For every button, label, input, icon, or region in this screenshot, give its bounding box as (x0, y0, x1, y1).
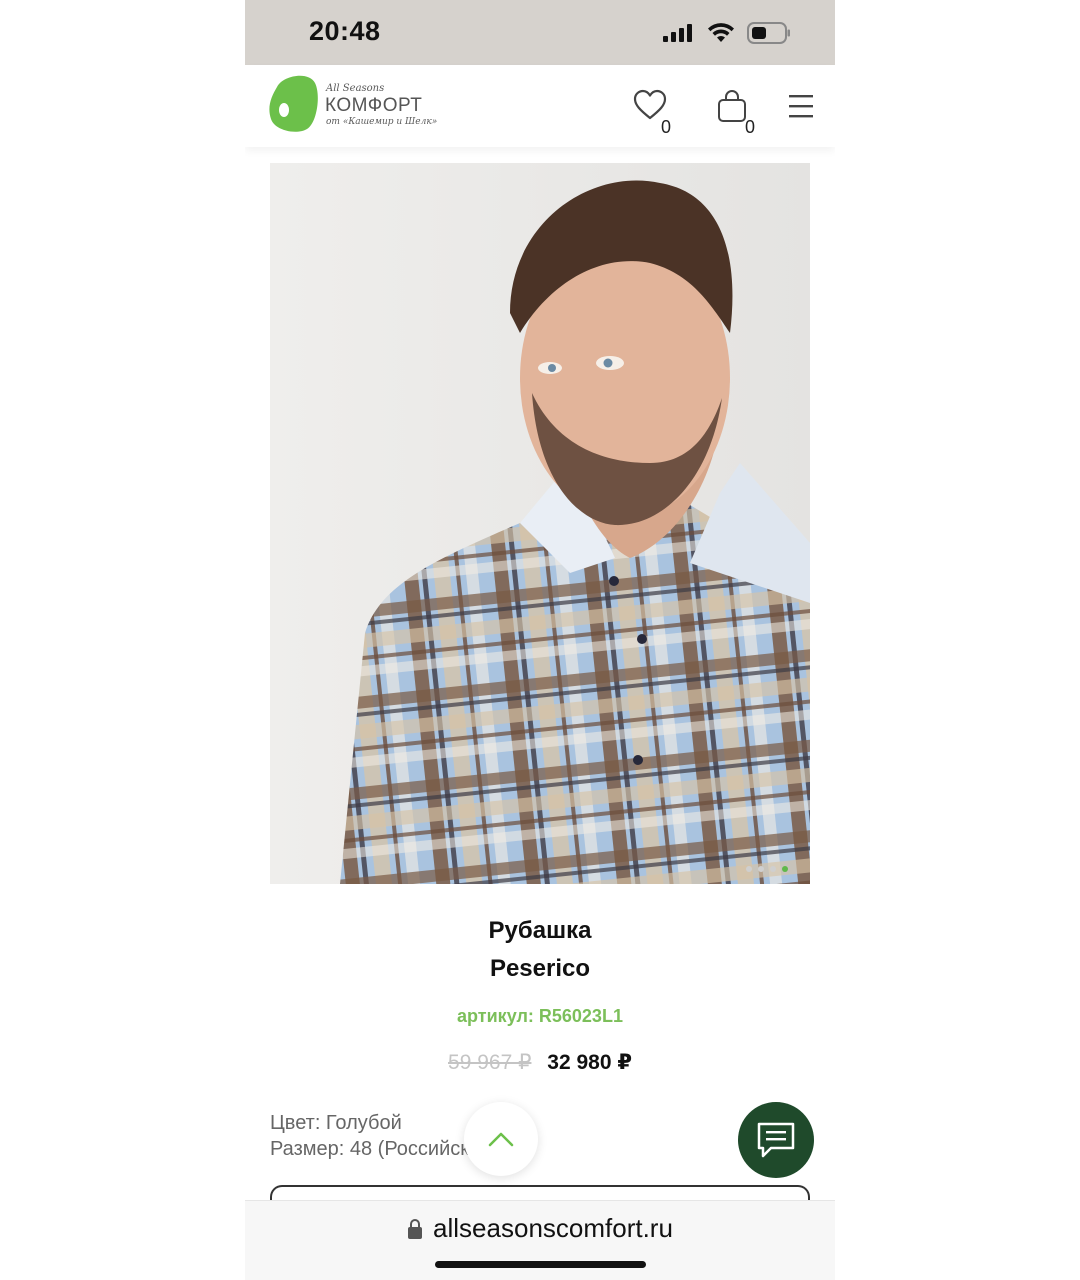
product-title: Рубашка Peserico (245, 912, 835, 988)
logo-top-text: All Seasons (326, 83, 385, 94)
product-type: Рубашка (488, 917, 592, 944)
price-block: 59 967 ₽ 32 980 ₽ (245, 1050, 835, 1075)
battery-icon (747, 22, 790, 44)
phone-screen: 20:48 All Seasons КОМФОРТ от «Кашемир и … (245, 0, 835, 1280)
signal-icon (663, 24, 692, 42)
gallery-dot-active[interactable] (782, 866, 788, 872)
bag-icon (718, 90, 746, 122)
logo-sub-text: от «Кашемир и Шелк» (326, 117, 438, 127)
brand-logo[interactable]: All Seasons КОМФОРТ от «Кашемир и Шелк» (269, 73, 437, 133)
wifi-icon (708, 23, 734, 42)
status-bar: 20:48 (245, 0, 835, 65)
product-sku: артикул: R56023L1 (457, 1006, 623, 1026)
gallery-dots (746, 866, 788, 872)
favorites-count: 0 (661, 117, 672, 137)
logo-main-text: КОМФОРТ (325, 95, 423, 116)
cart-button[interactable]: 0 (717, 89, 755, 137)
old-price: 59 967 ₽ (448, 1051, 532, 1074)
scroll-to-top-button[interactable] (464, 1102, 538, 1176)
logo-leaf-icon (269, 75, 318, 132)
url-text: allseasonscomfort.ru (433, 1213, 673, 1243)
site-header: All Seasons КОМФОРТ от «Кашемир и Шелк» … (245, 65, 835, 147)
lock-icon (408, 1218, 423, 1239)
gallery-dot[interactable] (758, 866, 764, 872)
cart-count: 0 (745, 117, 756, 137)
menu-icon (789, 95, 813, 118)
product-brand: Peserico (489, 955, 591, 982)
product-photo-illustration (270, 163, 810, 884)
status-time: 20:48 (309, 16, 381, 46)
browser-address-bar: allseasonscomfort.ru (245, 1200, 835, 1280)
product-color: Цвет: Голубой (270, 1112, 402, 1134)
chevron-up-icon (488, 1132, 514, 1147)
menu-button[interactable] (787, 93, 815, 124)
chat-icon (757, 1122, 795, 1158)
chat-button[interactable] (738, 1102, 814, 1178)
gallery-dot[interactable] (770, 866, 776, 872)
status-icons (663, 22, 791, 44)
url-field[interactable]: allseasonscomfort.ru (245, 1213, 835, 1244)
gallery-dot[interactable] (746, 866, 752, 872)
product-photo[interactable] (270, 163, 810, 884)
current-price: 32 980 ₽ (547, 1051, 632, 1074)
home-indicator[interactable] (435, 1261, 646, 1268)
favorites-button[interactable]: 0 (633, 89, 671, 137)
